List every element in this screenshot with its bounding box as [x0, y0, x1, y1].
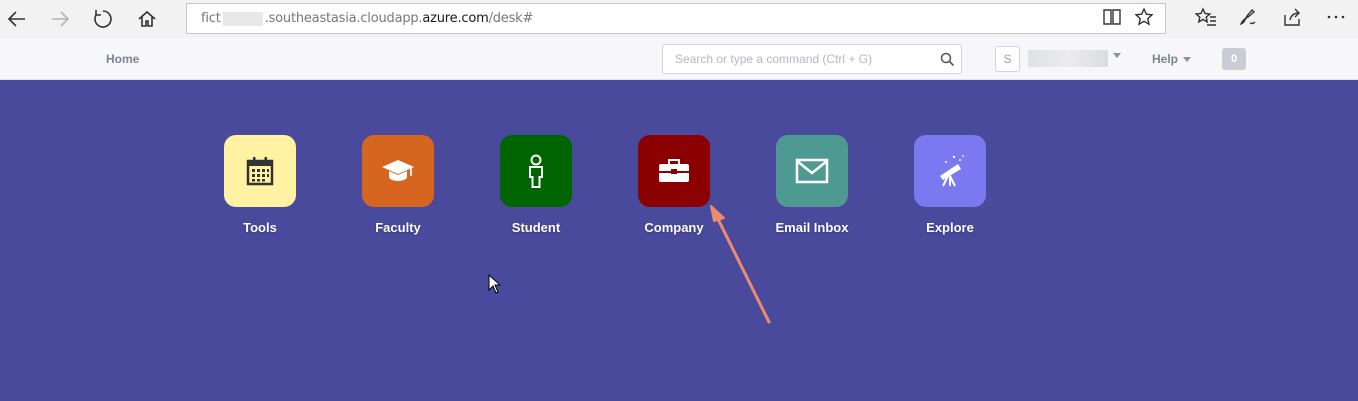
company-label: Company	[644, 220, 704, 235]
mouse-cursor-icon	[488, 274, 502, 294]
email-inbox-label: Email Inbox	[775, 220, 849, 235]
address-bar[interactable]: fict .southeastasia.cloudapp. azure.com …	[186, 3, 1166, 34]
faculty-label: Faculty	[375, 220, 421, 235]
desk-item-explore[interactable]: Explore	[890, 135, 1010, 235]
company-tile[interactable]	[638, 135, 710, 207]
search-input[interactable]: Search or type a command (Ctrl + G)	[662, 44, 962, 74]
forward-icon[interactable]	[45, 4, 75, 34]
back-icon[interactable]	[2, 4, 32, 34]
person-icon	[529, 154, 543, 188]
reading-view-icon[interactable]	[1100, 6, 1124, 28]
user-menu-caret-icon[interactable]	[1113, 53, 1121, 58]
url-host: .southeastasia.cloudapp.	[264, 11, 423, 26]
help-menu[interactable]: Help	[1152, 52, 1192, 66]
url-domain: azure.com	[422, 11, 489, 26]
desk-item-tools[interactable]: Tools	[200, 135, 320, 235]
help-caret-icon	[1183, 57, 1192, 63]
help-label: Help	[1152, 52, 1179, 66]
url-path: /desk#	[488, 11, 534, 26]
user-name-redacted[interactable]	[1028, 50, 1108, 67]
desk-item-email-inbox[interactable]: Email Inbox	[752, 135, 872, 235]
pen-icon[interactable]	[1236, 6, 1260, 28]
explore-label: Explore	[926, 220, 974, 235]
notification-badge[interactable]: 0	[1222, 48, 1246, 70]
student-label: Student	[511, 220, 561, 235]
desk-item-student[interactable]: Student	[476, 135, 596, 235]
tools-label: Tools	[243, 220, 277, 235]
redacted-segment	[222, 11, 263, 26]
envelope-icon	[795, 158, 829, 184]
faculty-tile[interactable]	[362, 135, 434, 207]
favorites-list-icon[interactable]	[1194, 6, 1218, 28]
briefcase-icon	[659, 159, 689, 182]
share-icon[interactable]	[1280, 6, 1304, 28]
calendar-icon	[246, 157, 274, 186]
search-icon[interactable]	[940, 52, 955, 67]
tools-tile[interactable]	[224, 135, 296, 207]
explore-tile[interactable]	[914, 135, 986, 207]
graduation-cap-icon	[382, 160, 414, 181]
app-navbar: Home Search or type a command (Ctrl + G)…	[0, 38, 1358, 80]
telescope-icon	[940, 155, 964, 187]
home-icon[interactable]	[132, 4, 162, 34]
avatar[interactable]: S	[995, 46, 1020, 72]
browser-toolbar: fict .southeastasia.cloudapp. azure.com …	[0, 0, 1358, 38]
refresh-icon[interactable]	[88, 4, 118, 34]
desk-item-faculty[interactable]: Faculty	[338, 135, 458, 235]
favorite-star-icon[interactable]	[1132, 6, 1156, 28]
student-tile[interactable]	[500, 135, 572, 207]
desk-item-company[interactable]: Company	[614, 135, 734, 235]
url-prefix: fict	[201, 11, 221, 26]
search-placeholder: Search or type a command (Ctrl + G)	[675, 52, 873, 66]
email-inbox-tile[interactable]	[776, 135, 848, 207]
more-icon[interactable]	[1324, 6, 1348, 28]
home-link[interactable]: Home	[106, 52, 139, 66]
